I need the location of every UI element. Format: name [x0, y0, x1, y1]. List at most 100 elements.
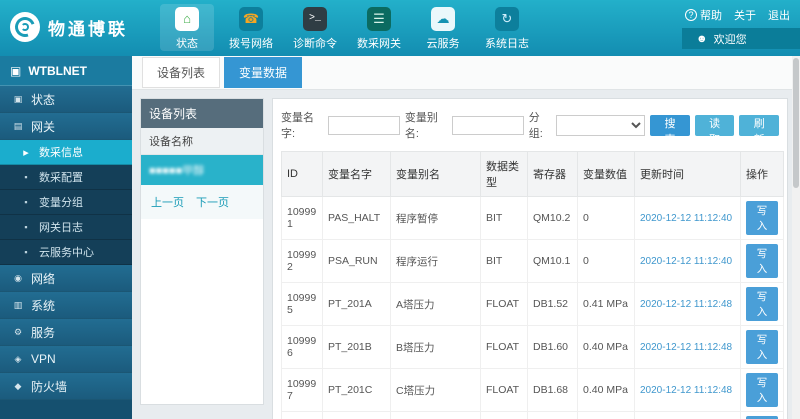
device-prev-page-link[interactable]: 上一页	[151, 194, 184, 210]
cell-operation: 写入	[741, 197, 784, 240]
cell-data-type: FLOAT	[481, 369, 528, 412]
sidebar-item-icon: ▣	[12, 94, 24, 105]
sidebar-item-icon: ▪	[20, 247, 32, 257]
sidebar-item-label: 状态	[31, 91, 55, 108]
cell-data-type: BIT	[481, 197, 528, 240]
topnav-data-gateway[interactable]: ☰ 数采网关	[352, 4, 406, 51]
about-link[interactable]: 关于	[734, 7, 756, 23]
brand-logo-icon	[10, 12, 40, 42]
content-panels: 设备列表 设备名称 ■■■■■甲醇 上一页 下一页 变量名字: 变量别名:	[132, 90, 792, 419]
cell-data-type: FLOAT	[481, 283, 528, 326]
sidebar-item-label: 云服务中心	[39, 244, 94, 260]
app-root: 物通博联 ⌂ 状态 ☎ 拨号网络 >_ 诊断命令 ☰ 数采网关 ☁ 云服务	[0, 0, 800, 419]
cell-update-time: 2020-12-12 11:12:48	[635, 412, 741, 419]
cell-variable-name: PT_201A	[323, 283, 391, 326]
top-nav: ⌂ 状态 ☎ 拨号网络 >_ 诊断命令 ☰ 数采网关 ☁ 云服务 ↻ 系统日志	[160, 4, 534, 51]
write-button[interactable]: 写入	[746, 201, 778, 235]
search-button[interactable]: 搜索	[650, 115, 690, 136]
device-next-page-link[interactable]: 下一页	[196, 194, 229, 210]
scrollbar-track[interactable]	[792, 56, 800, 419]
refresh-button[interactable]: 刷新	[739, 115, 779, 136]
topnav-data-gateway-label: 数采网关	[352, 35, 406, 51]
top-header: 物通博联 ⌂ 状态 ☎ 拨号网络 >_ 诊断命令 ☰ 数采网关 ☁ 云服务	[0, 0, 800, 56]
group-select[interactable]	[556, 115, 645, 136]
cell-operation: 写入	[741, 326, 784, 369]
sync-icon: ↻	[495, 7, 519, 31]
cell-variable-value: 0.40 MPa	[578, 369, 635, 412]
write-button[interactable]: 写入	[746, 373, 778, 407]
cell-update-time: 2020-12-12 11:12:40	[635, 197, 741, 240]
read-button[interactable]: 读取	[695, 115, 735, 136]
sidebar-item[interactable]: ▪ 网关日志	[0, 215, 132, 240]
cell-register: DB1.52	[528, 283, 578, 326]
help-icon: ?	[685, 9, 697, 21]
sidebar-item-icon: ▥	[12, 300, 24, 311]
write-button[interactable]: 写入	[746, 244, 778, 278]
col-variable-name: 变量名字	[323, 152, 391, 197]
device-name-label: 设备名称	[141, 128, 263, 155]
sidebar-item[interactable]: ▣ 状态	[0, 86, 132, 113]
col-update-time: 更新时间	[635, 152, 741, 197]
cell-id: 109997	[282, 369, 323, 412]
cell-update-time: 2020-12-12 11:12:40	[635, 240, 741, 283]
sidebar-item[interactable]: ◉ 网络	[0, 265, 132, 292]
cell-operation: 写入	[741, 240, 784, 283]
sidebar-item-icon: ▪	[20, 222, 32, 232]
variable-name-label: 变量名字:	[281, 109, 323, 141]
topnav-diagnostic-commands[interactable]: >_ 诊断命令	[288, 4, 342, 51]
home-icon: ⌂	[175, 7, 199, 31]
tab-variable-data[interactable]: 变量数据	[224, 57, 302, 88]
logout-link[interactable]: 退出	[768, 7, 790, 23]
cell-variable-name: PT_201B	[323, 326, 391, 369]
variable-name-input[interactable]	[328, 116, 400, 135]
cell-variable-value: 0.41 MPa	[578, 283, 635, 326]
variable-alias-input[interactable]	[452, 116, 524, 135]
topnav-cloud-service[interactable]: ☁ 云服务	[416, 4, 470, 51]
tab-device-list[interactable]: 设备列表	[142, 57, 220, 88]
table-row: 109997 PT_201C C塔压力 FLOAT DB1.68 0.40 MP…	[282, 369, 784, 412]
sidebar-item-label: 防火墙	[31, 378, 67, 395]
scrollbar-thumb[interactable]	[793, 58, 799, 188]
user-menu[interactable]: ☻ 欢迎您	[682, 28, 800, 49]
write-button[interactable]: 写入	[746, 287, 778, 321]
sidebar-item-icon: ▸	[20, 146, 32, 159]
device-panel-empty-area	[141, 219, 263, 404]
device-pager: 上一页 下一页	[141, 185, 263, 219]
topnav-dial-network[interactable]: ☎ 拨号网络	[224, 4, 278, 51]
cell-data-type: FLOAT	[481, 412, 528, 419]
sidebar-item-icon: ▪	[20, 197, 32, 207]
cell-id: 109991	[282, 197, 323, 240]
sidebar-item[interactable]: ▥ 系统	[0, 292, 132, 319]
cell-variable-name: PAS_HALT	[323, 197, 391, 240]
cell-register: QM10.1	[528, 240, 578, 283]
server-icon: ☰	[367, 7, 391, 31]
topnav-system-logs-label: 系统日志	[480, 35, 534, 51]
device-name-redacted: ■■■■■甲醇	[149, 165, 204, 177]
brand-name: 物通博联	[48, 15, 128, 40]
table-row: 109996 PT_201B B塔压力 FLOAT DB1.60 0.40 MP…	[282, 326, 784, 369]
cell-id: 109992	[282, 240, 323, 283]
cloud-icon: ☁	[431, 7, 455, 31]
variable-table: ID 变量名字 变量别名 数据类型 寄存器 变量数值 更新时间 操作	[281, 151, 784, 419]
tab-bar: 设备列表 变量数据	[132, 56, 792, 90]
sidebar-item[interactable]: ◈ VPN	[0, 346, 132, 373]
sidebar-item[interactable]: ▪ 云服务中心	[0, 240, 132, 265]
device-panel: 设备列表 设备名称 ■■■■■甲醇 上一页 下一页	[140, 98, 264, 405]
sidebar-item[interactable]: ▤ 网关	[0, 113, 132, 140]
sidebar-item[interactable]: ▸ 数采信息	[0, 140, 132, 165]
sidebar-item[interactable]: ▪ 数采配置	[0, 165, 132, 190]
sidebar-item[interactable]: ◆ 防火墙	[0, 373, 132, 400]
cell-data-type: BIT	[481, 240, 528, 283]
cell-register: DB1.68	[528, 369, 578, 412]
topnav-status[interactable]: ⌂ 状态	[160, 4, 214, 51]
sidebar-item[interactable]: ▪ 变量分组	[0, 190, 132, 215]
topnav-system-logs[interactable]: ↻ 系统日志	[480, 4, 534, 51]
table-row: 109998 PT_201D D塔压力 FLOAT DB1.76 0.40 MP…	[282, 412, 784, 419]
main-content: 设备列表 变量数据 设备列表 设备名称 ■■■■■甲醇 上一页 下一页	[132, 56, 792, 419]
sidebar-item-label: 服务	[31, 324, 55, 341]
write-button[interactable]: 写入	[746, 330, 778, 364]
help-link[interactable]: ? 帮助	[685, 7, 722, 23]
device-list-item-selected[interactable]: ■■■■■甲醇	[141, 155, 263, 185]
col-data-type: 数据类型	[481, 152, 528, 197]
sidebar-item[interactable]: ⚙ 服务	[0, 319, 132, 346]
